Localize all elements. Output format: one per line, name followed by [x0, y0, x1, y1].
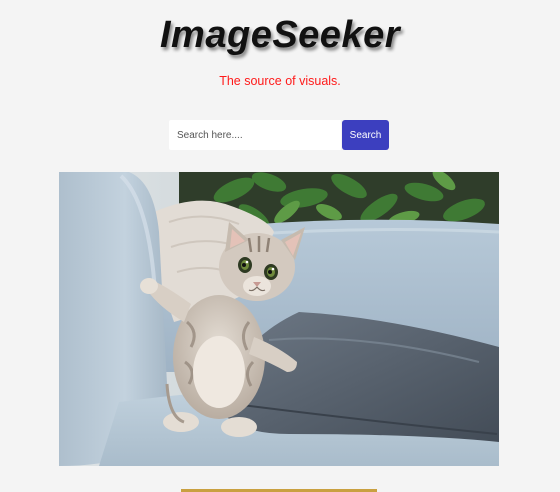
result-image[interactable] — [59, 172, 499, 466]
search-button[interactable]: Search — [342, 120, 389, 150]
site-title: ImageSeeker — [160, 14, 400, 56]
search-input[interactable] — [169, 120, 341, 150]
site-tagline: The source of visuals. — [219, 74, 341, 88]
search-bar: Search — [169, 120, 389, 150]
kitten-photo — [59, 172, 499, 466]
page: ImageSeeker The source of visuals. Searc… — [0, 0, 560, 492]
